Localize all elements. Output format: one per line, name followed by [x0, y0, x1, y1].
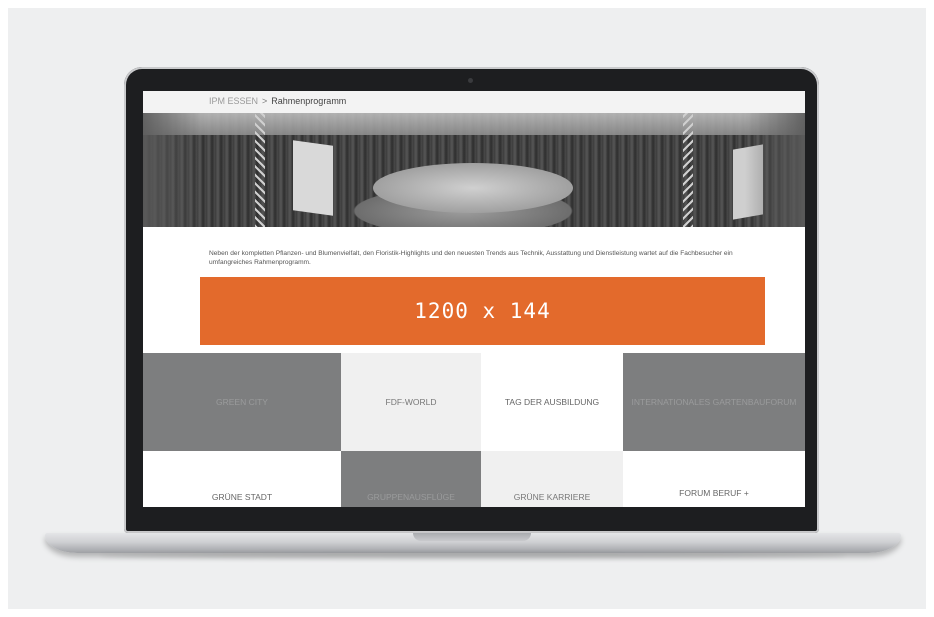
tile-label: GREEN CITY: [216, 396, 268, 407]
tile-gruene-stadt[interactable]: GRÜNE STADT: [143, 451, 341, 507]
tile-gartenbauforum[interactable]: INTERNATIONALES GARTENBAUFORUM: [623, 353, 805, 451]
tile-label: TAG DER AUSBILDUNG: [504, 396, 600, 407]
hero-stage: [373, 163, 573, 213]
tile-label: GRÜNE KARRIERE: [513, 492, 591, 502]
hero-fade: [745, 113, 805, 227]
tile-tag-der-ausbildung[interactable]: TAG DER AUSBILDUNG: [481, 353, 623, 451]
hero-panel: [293, 140, 333, 216]
tile-label: INTERNATIONALES GARTENBAUFORUM: [631, 396, 797, 407]
camera-icon: [468, 78, 473, 83]
breadcrumb-current: Rahmenprogramm: [271, 96, 347, 106]
tile-fdf-world[interactable]: FDF-WORLD: [341, 353, 481, 451]
tile-label: FORUM BERUF +: [679, 488, 749, 498]
tile-gruene-karriere[interactable]: GRÜNE KARRIERE: [481, 451, 623, 507]
tile-label: FDF-WORLD: [385, 396, 437, 407]
breadcrumb-bar: IPM ESSEN > Rahmenprogramm: [143, 91, 805, 113]
banner-placeholder[interactable]: 1200 x 144: [200, 277, 765, 345]
laptop-notch: [413, 533, 531, 541]
intro-paragraph: Neben der kompletten Pflanzen- und Blume…: [209, 250, 733, 266]
tile-forum-beruf[interactable]: FORUM BERUF +: [623, 451, 805, 507]
screen-bottom-bezel: [143, 507, 805, 525]
hero-truss: [683, 113, 693, 227]
hero-truss: [255, 113, 265, 227]
banner-label: 1200 x 144: [414, 299, 551, 323]
breadcrumb-separator: >: [262, 96, 268, 106]
laptop-screen: IPM ESSEN > Rahmenprogramm Neben der kom…: [143, 91, 805, 507]
tile-label: GRUPPENAUSFLÜGE: [367, 492, 455, 502]
tile-green-city[interactable]: GREEN CITY: [143, 353, 341, 451]
hero-ceiling: [143, 113, 805, 135]
breadcrumb-parent-link[interactable]: IPM ESSEN: [209, 96, 258, 106]
hero-image: [143, 113, 805, 227]
tile-gruppenausfluege[interactable]: GRUPPENAUSFLÜGE: [341, 451, 481, 507]
breadcrumb: IPM ESSEN > Rahmenprogramm: [209, 96, 346, 106]
tile-label: GRÜNE STADT: [211, 492, 273, 502]
hero-fade: [143, 113, 203, 227]
laptop-shadow: [100, 553, 846, 559]
